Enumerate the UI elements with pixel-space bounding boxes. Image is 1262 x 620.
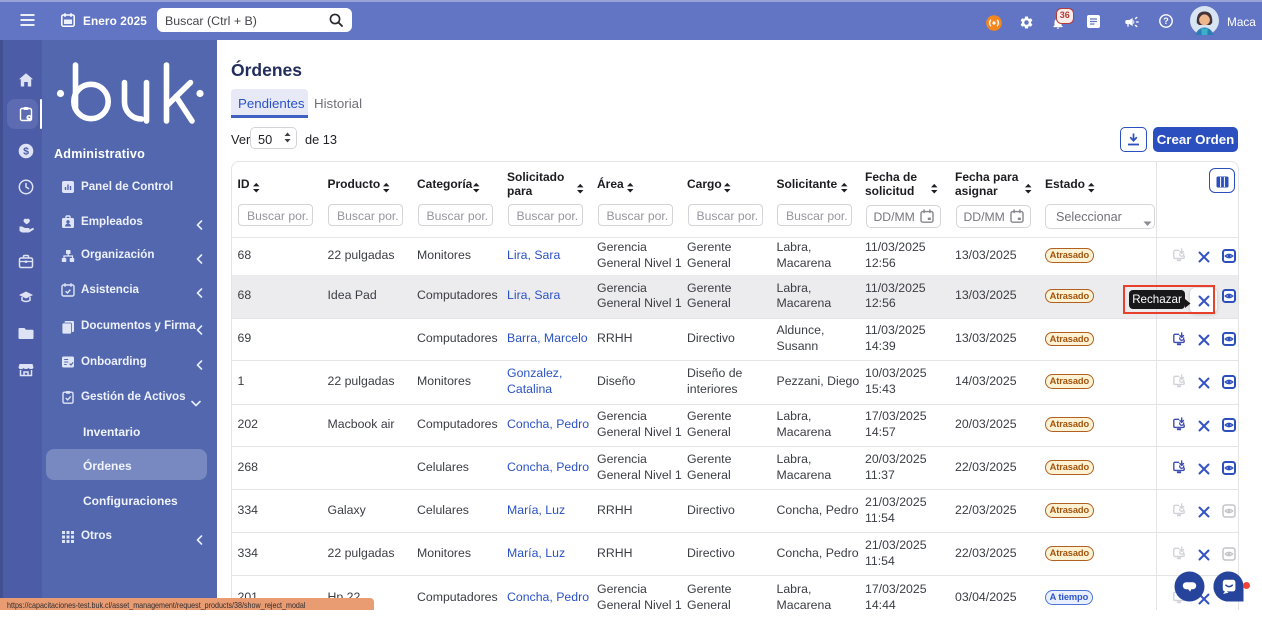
svg-text:?: ? [1163,16,1169,26]
svg-text:$: $ [23,146,29,158]
